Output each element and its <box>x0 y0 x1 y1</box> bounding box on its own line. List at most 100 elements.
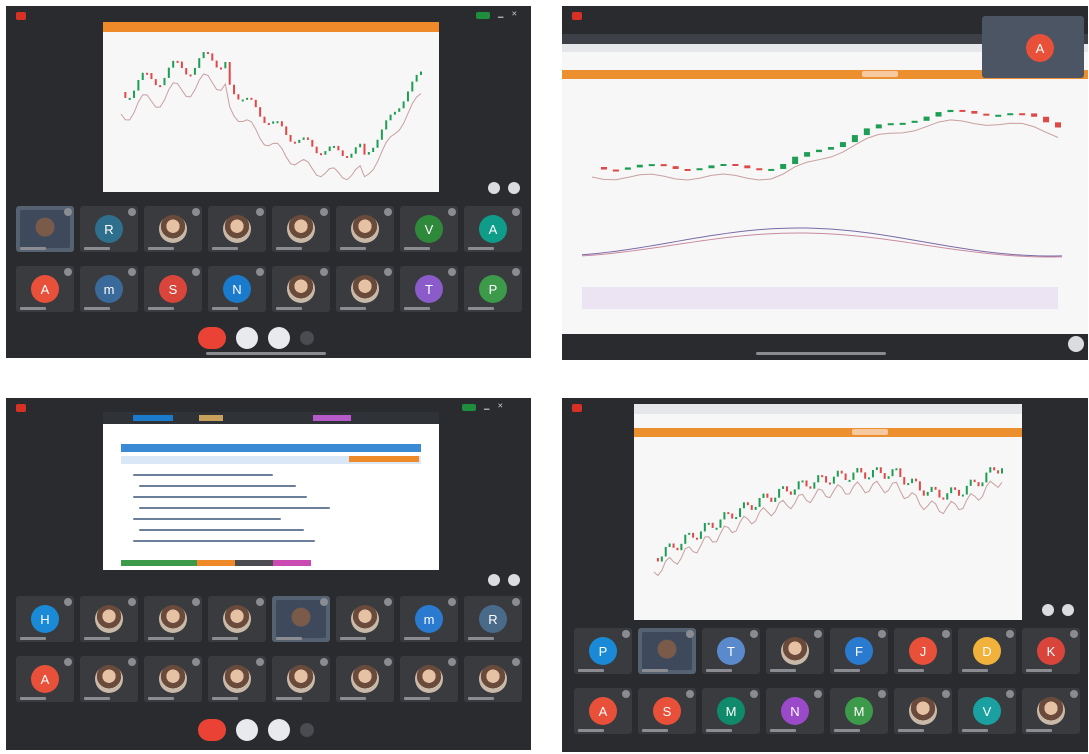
sheet-tab[interactable] <box>159 560 197 566</box>
participant-tile[interactable] <box>208 206 266 252</box>
candle <box>864 472 867 479</box>
participant-tile[interactable]: T <box>400 266 458 312</box>
participant-tile[interactable] <box>336 596 394 642</box>
participant-tile[interactable] <box>80 596 138 642</box>
sheet-row <box>133 540 315 542</box>
participant-tile[interactable] <box>16 206 74 252</box>
camera-button[interactable] <box>268 719 290 741</box>
participant-tile[interactable] <box>208 596 266 642</box>
tab[interactable] <box>313 415 351 421</box>
more-button[interactable] <box>508 182 520 194</box>
participant-tile[interactable]: H <box>16 596 74 642</box>
tab[interactable] <box>199 415 223 421</box>
toolbar-button[interactable] <box>852 429 888 435</box>
more-button[interactable] <box>1062 604 1074 616</box>
candle <box>871 469 874 478</box>
sheet-tab[interactable] <box>235 560 273 566</box>
candle <box>727 512 730 515</box>
participant-tile[interactable] <box>272 206 330 252</box>
toolbar-button[interactable] <box>862 71 898 77</box>
participant-tile[interactable] <box>766 628 824 674</box>
participant-tile[interactable] <box>464 656 522 702</box>
participant-name <box>148 697 174 700</box>
minimize-icon[interactable]: ▁ <box>498 10 503 18</box>
participant-tile[interactable] <box>336 266 394 312</box>
participant-tile[interactable] <box>144 656 202 702</box>
participant-tile[interactable]: P <box>464 266 522 312</box>
participant-tile[interactable]: R <box>80 206 138 252</box>
participant-tile[interactable]: N <box>208 266 266 312</box>
more-button[interactable] <box>1068 336 1084 352</box>
candle <box>804 152 811 157</box>
participant-tile[interactable]: A <box>16 656 74 702</box>
participant-tile[interactable] <box>208 656 266 702</box>
end-call-button[interactable] <box>198 327 226 349</box>
participant-tile[interactable]: m <box>400 596 458 642</box>
participant-tile[interactable] <box>894 688 952 734</box>
fullscreen-button[interactable] <box>488 182 500 194</box>
fullscreen-button[interactable] <box>1042 604 1054 616</box>
more-options-button[interactable] <box>300 331 314 345</box>
participant-tile[interactable]: P <box>574 628 632 674</box>
sheet-tab[interactable] <box>121 560 159 566</box>
participant-tile[interactable] <box>272 656 330 702</box>
mic-muted-icon <box>128 598 136 606</box>
participant-tile[interactable]: M <box>702 688 760 734</box>
more-options-button[interactable] <box>300 723 314 737</box>
participant-tile[interactable]: m <box>80 266 138 312</box>
mic-button[interactable] <box>236 327 258 349</box>
participant-tile[interactable]: M <box>830 688 888 734</box>
participant-tile[interactable]: D <box>958 628 1016 674</box>
candle <box>707 522 710 525</box>
participant-avatar: A <box>31 275 59 303</box>
minimize-icon[interactable]: ▁ <box>484 402 489 410</box>
candle <box>267 123 270 126</box>
participant-tile[interactable]: V <box>400 206 458 252</box>
sheet-row <box>139 529 304 531</box>
participant-tile[interactable] <box>336 656 394 702</box>
candle <box>860 468 863 473</box>
camera-button[interactable] <box>268 327 290 349</box>
fullscreen-button[interactable] <box>488 574 500 586</box>
sheet-tab[interactable] <box>273 560 311 566</box>
participant-tile[interactable]: A <box>464 206 522 252</box>
participant-tile[interactable]: F <box>830 628 888 674</box>
mic-button[interactable] <box>236 719 258 741</box>
participant-tile[interactable] <box>336 206 394 252</box>
participant-name <box>404 307 430 310</box>
participant-tile[interactable]: A <box>16 266 74 312</box>
participant-tile[interactable]: N <box>766 688 824 734</box>
close-icon[interactable]: ✕ <box>511 10 517 18</box>
participant-tile[interactable] <box>144 206 202 252</box>
participant-photo <box>351 275 379 303</box>
participant-tile[interactable]: S <box>144 266 202 312</box>
participant-tile[interactable] <box>80 656 138 702</box>
participant-tile[interactable] <box>400 656 458 702</box>
more-button[interactable] <box>508 574 520 586</box>
participant-tile[interactable]: T <box>702 628 760 674</box>
participant-name <box>84 697 110 700</box>
close-icon[interactable]: ✕ <box>497 402 503 410</box>
candle <box>997 470 1000 474</box>
candle <box>298 139 301 143</box>
participant-tile[interactable]: S <box>638 688 696 734</box>
candlestick-chart <box>653 467 1003 577</box>
mic-muted-icon <box>622 630 630 638</box>
participant-tile[interactable] <box>1022 688 1080 734</box>
participant-tile[interactable]: K <box>1022 628 1080 674</box>
participant-tile[interactable] <box>638 628 696 674</box>
candle <box>923 116 930 121</box>
candle <box>146 72 149 75</box>
candle <box>856 468 859 473</box>
participant-tile[interactable] <box>272 266 330 312</box>
participant-tile[interactable]: R <box>464 596 522 642</box>
participant-tile[interactable]: V <box>958 688 1016 734</box>
participant-tile[interactable] <box>144 596 202 642</box>
sheet-tab[interactable] <box>197 560 235 566</box>
candle <box>934 486 937 490</box>
participant-tile[interactable]: J <box>894 628 952 674</box>
tab-active[interactable] <box>133 415 173 421</box>
end-call-button[interactable] <box>198 719 226 741</box>
participant-tile[interactable]: A <box>574 688 632 734</box>
participant-tile[interactable] <box>272 596 330 642</box>
